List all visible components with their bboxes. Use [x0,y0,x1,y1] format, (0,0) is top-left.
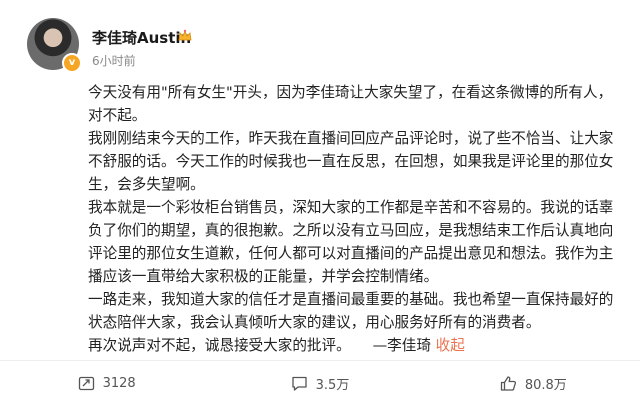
comment-button[interactable]: 3.5万 [213,374,426,393]
collapse-link[interactable]: 收起 [436,337,465,354]
weibo-post-card: v 李佳琦Austin 6小时前 今天没有用"所有女生"开头，因为李佳琦让大家失… [0,0,640,405]
post-paragraph-last: 再次说声对不起，诚恳接受大家的批评。 —李佳琦 收起 [88,334,618,357]
post-last-line: 再次说声对不起，诚恳接受大家的批评。 —李佳琦 [88,337,431,354]
verified-v-icon: v [62,53,82,73]
comment-icon [291,376,307,391]
comment-count: 3.5万 [315,377,350,393]
repost-icon [78,376,94,390]
post-body: 今天没有用"所有女生"开头，因为李佳琦让大家失望了，在看这条微博的所有人，对不起… [88,81,618,357]
action-bar: 3128 3.5万 80.8万 [0,361,640,405]
post-paragraph: 我本就是一个彩妆柜台销售员，深知大家的工作都是辛苦和不容易的。我说的话辜负了你们… [88,199,614,285]
post-paragraph: 今天没有用"所有女生"开头，因为李佳琦让大家失望了，在看这条微博的所有人，对不起… [88,84,613,124]
post-paragraph: 我刚刚结束今天的工作，昨天我在直播间回应产品评论时，说了些不恰当、让大家不舒服的… [88,130,614,193]
repost-count: 3128 [102,375,136,391]
crown-icon [178,29,192,41]
like-icon [500,375,516,391]
like-count: 80.8万 [524,377,567,393]
repost-button[interactable]: 3128 [0,375,213,392]
like-button[interactable]: 80.8万 [427,374,640,393]
post-paragraph: 一路走来，我知道大家的信任才是直播间最重要的基础。我也希望一直保持最好的状态陪伴… [88,291,614,331]
post-timestamp[interactable]: 6小时前 [92,52,136,69]
